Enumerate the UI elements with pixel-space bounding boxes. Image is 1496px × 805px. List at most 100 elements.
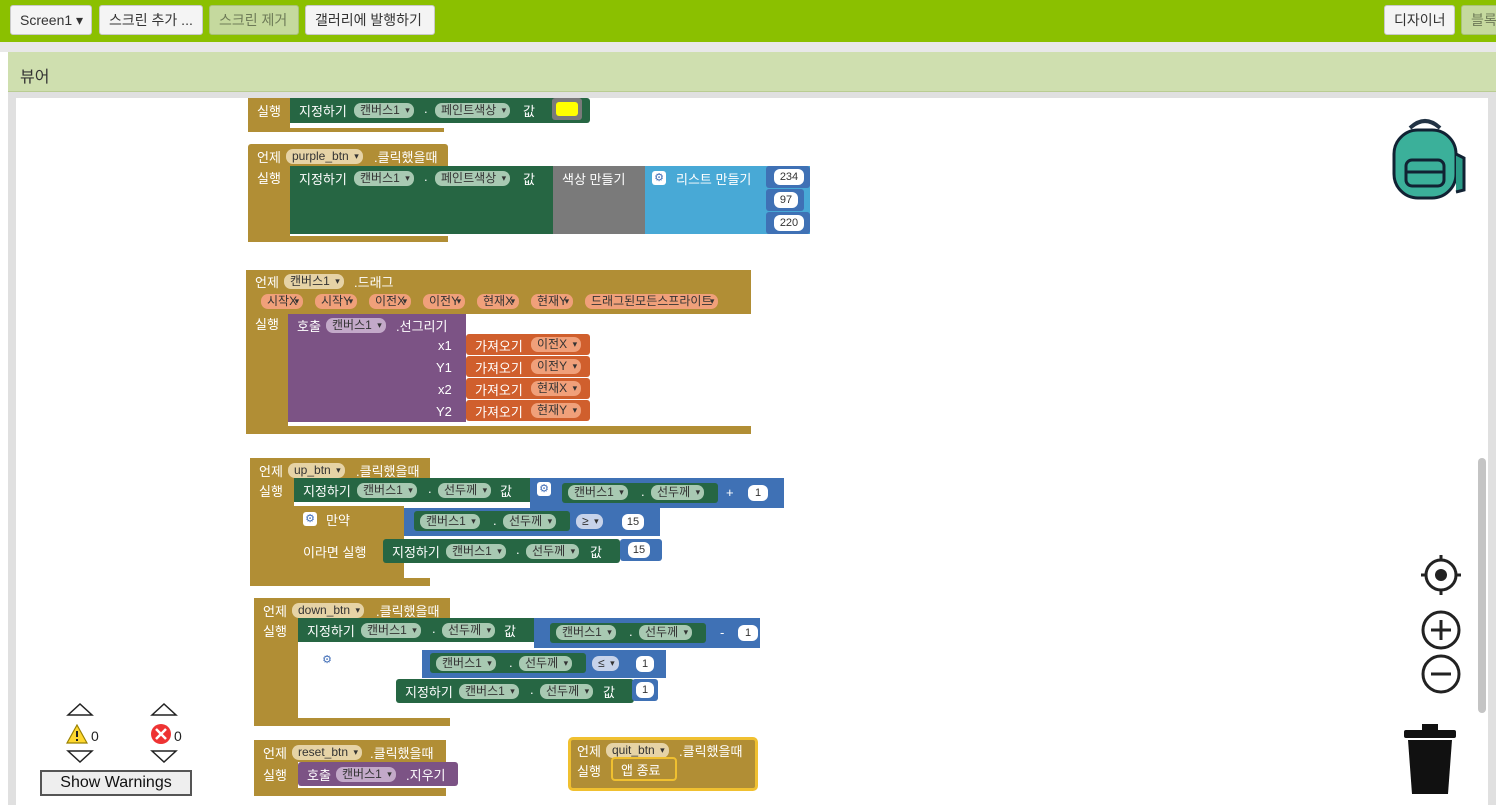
reset-btn-click-block[interactable]: 언제 reset_btn .클릭했을때 실행 호출 캔버스1 .지우기	[254, 740, 458, 796]
number-one[interactable]: 1	[738, 625, 758, 641]
param-cur-y[interactable]: 현재Y	[531, 294, 574, 309]
number-fifteen[interactable]: 15	[622, 514, 644, 530]
remove-screen-button[interactable]: 스크린 제거	[209, 5, 299, 35]
param-cur-x[interactable]: 현재X	[477, 294, 520, 309]
publish-gallery-button[interactable]: 갤러리에 발행하기	[305, 5, 435, 35]
zoom-in-icon[interactable]	[1421, 610, 1461, 650]
number-one[interactable]: 1	[748, 485, 768, 501]
component-dropdown[interactable]: 캔버스1	[354, 103, 414, 118]
var-dropdown[interactable]: 이전Y	[531, 359, 582, 374]
purple-btn-click-block[interactable]: 언제 purple_btn .클릭했을때 실행 지정하기 캔버스1 . 페인트색…	[248, 144, 818, 244]
property-dropdown[interactable]: 페인트색상	[435, 171, 511, 186]
number-red[interactable]: 234	[774, 169, 804, 185]
up-btn-click-block[interactable]: 언제 up_btn .클릭했을때 실행 지정하기 캔버스1 . 선두께 값 ⚙ …	[250, 458, 785, 587]
property-dropdown[interactable]: 선두께	[519, 656, 573, 671]
number-fifteen[interactable]: 15	[628, 542, 650, 558]
property-dropdown[interactable]: 선두께	[540, 684, 594, 699]
var-dropdown[interactable]: 현재Y	[531, 403, 582, 418]
number-one[interactable]: 1	[636, 656, 654, 672]
make-list-label: 리스트 만들기	[676, 172, 752, 187]
warning-prev-icon[interactable]	[66, 702, 94, 716]
error-prev-icon[interactable]	[150, 702, 178, 716]
when-label: 언제	[257, 150, 281, 165]
component-dropdown[interactable]: 캔버스1	[436, 656, 496, 671]
do-label: 실행	[259, 484, 283, 499]
property-dropdown[interactable]: 페인트색상	[435, 103, 511, 118]
dot-label: .	[530, 682, 534, 697]
recenter-icon[interactable]	[1421, 555, 1461, 595]
property-dropdown[interactable]: 선두께	[526, 544, 580, 559]
number-blue[interactable]: 220	[774, 215, 804, 231]
number-one[interactable]: 1	[636, 682, 654, 698]
error-next-icon[interactable]	[150, 750, 178, 764]
add-screen-button[interactable]: 스크린 추가 ...	[99, 5, 203, 35]
gear-icon[interactable]: ⚙	[320, 653, 334, 667]
screen-selector[interactable]: Screen1 ▾	[10, 5, 92, 35]
component-dropdown[interactable]: 캔버스1	[568, 485, 628, 500]
component-dropdown[interactable]: 캔버스1	[446, 544, 506, 559]
param-start-x[interactable]: 시작X	[261, 294, 304, 309]
designer-button[interactable]: 디자이너	[1384, 5, 1455, 35]
var-dropdown[interactable]: 이전X	[531, 337, 582, 352]
viewer-header: 뷰어	[8, 52, 1496, 92]
component-dropdown[interactable]: 캔버스1	[284, 274, 344, 289]
component-dropdown[interactable]: 캔버스1	[354, 171, 414, 186]
param-start-y[interactable]: 시작Y	[315, 294, 358, 309]
component-dropdown[interactable]: 캔버스1	[357, 483, 417, 498]
component-dropdown[interactable]: quit_btn	[606, 743, 669, 758]
plus-label: +	[726, 485, 734, 500]
minus-label: -	[720, 625, 725, 640]
property-dropdown[interactable]: 선두께	[503, 514, 557, 529]
trash-icon[interactable]	[1402, 724, 1458, 796]
warning-count: 0	[91, 728, 99, 744]
arg-y2: Y2	[436, 404, 452, 419]
component-dropdown[interactable]: reset_btn	[292, 745, 363, 760]
vertical-scrollbar[interactable]	[1478, 458, 1486, 713]
param-prev-x[interactable]: 이전X	[369, 294, 412, 309]
component-dropdown[interactable]: purple_btn	[286, 149, 363, 164]
canvas-drag-block[interactable]: 언제 캔버스1 .드래그 시작X 시작Y 이전X 이전Y 현재X 현재Y 드래그…	[246, 270, 751, 435]
component-dropdown[interactable]: 캔버스1	[420, 514, 480, 529]
set-label: 지정하기	[303, 484, 351, 499]
component-dropdown[interactable]: down_btn	[292, 603, 365, 618]
partial-event-block[interactable]: 실행 지정하기 캔버스1 . 페인트색상 값	[248, 98, 590, 132]
show-warnings-button[interactable]: Show Warnings	[40, 770, 192, 796]
down-btn-click-block[interactable]: 언제 down_btn .클릭했을때 실행 지정하기 캔버스1 . 선두께 값 …	[254, 598, 764, 727]
component-dropdown[interactable]: 캔버스1	[336, 767, 396, 782]
property-dropdown[interactable]: 선두께	[639, 625, 693, 640]
close-app-label: 앱 종료	[621, 763, 661, 778]
component-dropdown[interactable]: 캔버스1	[326, 318, 386, 333]
component-dropdown[interactable]: 캔버스1	[556, 625, 616, 640]
property-dropdown[interactable]: 선두께	[442, 623, 496, 638]
var-dropdown[interactable]: 현재X	[531, 381, 582, 396]
error-count: 0	[174, 728, 182, 744]
gear-icon[interactable]: ⚙	[652, 171, 666, 185]
dot-label: .	[432, 621, 436, 636]
property-dropdown[interactable]: 선두께	[438, 483, 492, 498]
component-dropdown[interactable]: up_btn	[288, 463, 345, 478]
warning-next-icon[interactable]	[66, 750, 94, 764]
warnings-panel: 0 0 Show Warnings	[40, 702, 200, 798]
backpack-icon[interactable]	[1382, 114, 1468, 200]
param-prev-y[interactable]: 이전Y	[423, 294, 466, 309]
yellow-color-swatch[interactable]	[556, 102, 578, 116]
top-toolbar: Screen1 ▾ 스크린 추가 ... 스크린 제거 갤러리에 발행하기 디자…	[0, 0, 1496, 42]
zoom-out-icon[interactable]	[1421, 654, 1461, 694]
workspace-canvas[interactable]: 실행 지정하기 캔버스1 . 페인트색상 값 언제 purple_btn .클릭…	[16, 98, 1488, 805]
component-dropdown[interactable]: 캔버스1	[361, 623, 421, 638]
compare-dropdown[interactable]: ≥	[576, 514, 603, 529]
dot-label: .	[424, 169, 428, 184]
get-label: 가져오기	[475, 405, 523, 420]
number-green[interactable]: 97	[774, 192, 798, 208]
value-label: 값	[523, 104, 535, 119]
value-label: 값	[523, 172, 535, 187]
blocks-button[interactable]: 블록	[1461, 5, 1496, 35]
gear-icon[interactable]: ⚙	[537, 482, 551, 496]
compare-dropdown[interactable]: ≤	[592, 656, 619, 671]
gear-icon[interactable]: ⚙	[303, 512, 317, 526]
param-dragged-sprite[interactable]: 드래그된모든스프라이트	[585, 294, 719, 309]
error-icon	[150, 723, 172, 745]
component-dropdown[interactable]: 캔버스1	[459, 684, 519, 699]
quit-btn-click-block[interactable]: 언제 quit_btn .클릭했을때 실행 앱 종료	[568, 737, 758, 791]
property-dropdown[interactable]: 선두께	[651, 485, 705, 500]
